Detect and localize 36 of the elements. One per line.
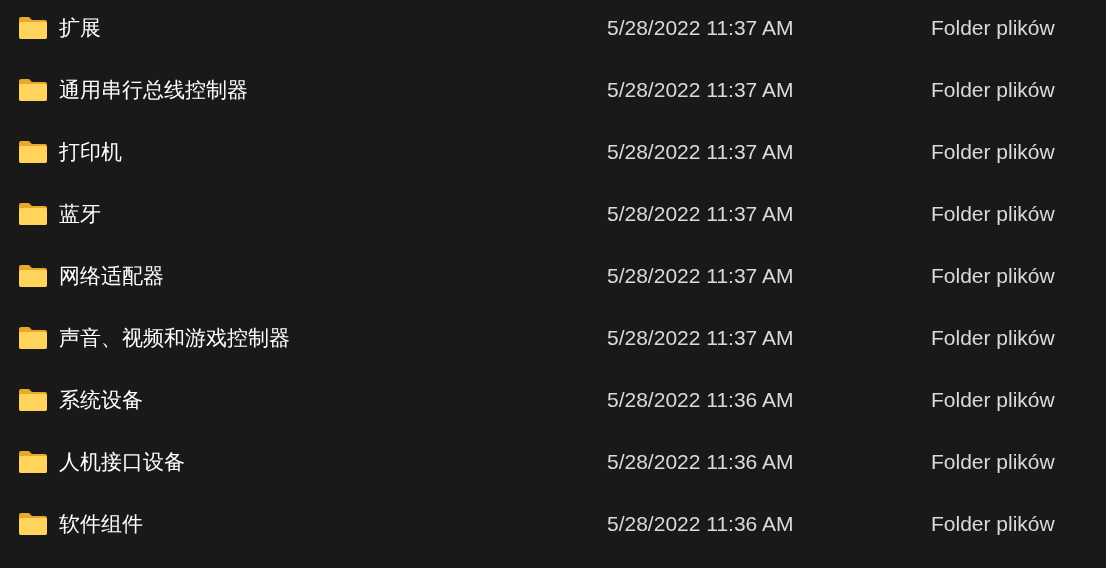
folder-name[interactable]: 打印机 bbox=[59, 138, 122, 166]
folder-icon bbox=[18, 326, 48, 350]
folder-icon bbox=[18, 78, 48, 102]
date-modified: 5/28/2022 11:37 AM bbox=[607, 326, 795, 350]
folder-name[interactable]: 声音、视频和游戏控制器 bbox=[59, 324, 290, 352]
date-modified: 5/28/2022 11:37 AM bbox=[607, 202, 795, 226]
file-type: Folder plików bbox=[931, 326, 1055, 350]
file-type: Folder plików bbox=[931, 512, 1055, 536]
folder-icon bbox=[18, 16, 48, 40]
folder-name[interactable]: 网络适配器 bbox=[59, 262, 164, 290]
file-type: Folder plików bbox=[931, 202, 1055, 226]
date-modified: 5/28/2022 11:36 AM bbox=[607, 450, 795, 474]
folder-icon bbox=[18, 450, 48, 474]
date-modified: 5/28/2022 11:36 AM bbox=[607, 512, 795, 536]
folder-name[interactable]: 软件组件 bbox=[59, 510, 143, 538]
folder-name[interactable]: 系统设备 bbox=[59, 386, 143, 414]
file-type: Folder plików bbox=[931, 140, 1055, 164]
file-type: Folder plików bbox=[931, 16, 1055, 40]
date-modified: 5/28/2022 11:37 AM bbox=[607, 264, 795, 288]
file-type: Folder plików bbox=[931, 450, 1055, 474]
date-modified: 5/28/2022 11:37 AM bbox=[607, 16, 795, 40]
file-type: Folder plików bbox=[931, 264, 1055, 288]
folder-icon bbox=[18, 264, 48, 288]
folder-name[interactable]: 通用串行总线控制器 bbox=[59, 76, 248, 104]
folder-icon bbox=[18, 202, 48, 226]
folder-icon bbox=[18, 388, 48, 412]
file-type: Folder plików bbox=[931, 388, 1055, 412]
date-modified: 5/28/2022 11:37 AM bbox=[607, 78, 795, 102]
folder-name[interactable]: 蓝牙 bbox=[59, 200, 101, 228]
date-modified: 5/28/2022 11:37 AM bbox=[607, 140, 795, 164]
folder-name[interactable]: 扩展 bbox=[59, 14, 101, 42]
date-modified: 5/28/2022 11:36 AM bbox=[607, 388, 795, 412]
folder-icon bbox=[18, 512, 48, 536]
folder-name[interactable]: 人机接口设备 bbox=[59, 448, 185, 476]
file-type: Folder plików bbox=[931, 78, 1055, 102]
folder-icon bbox=[18, 140, 48, 164]
